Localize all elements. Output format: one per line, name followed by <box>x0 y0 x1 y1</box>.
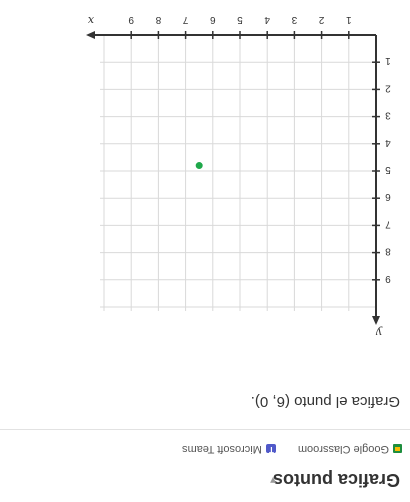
y-tick-label: 7 <box>385 218 391 229</box>
y-tick-label: 5 <box>385 164 391 175</box>
y-axis-label: y <box>375 326 383 339</box>
y-tick-label: 9 <box>385 273 391 284</box>
x-tick-label: 5 <box>237 14 243 25</box>
y-tick-label: 6 <box>385 191 391 202</box>
y-tick-label: 2 <box>385 82 391 93</box>
x-tick-label: 4 <box>264 14 270 25</box>
x-tick-label: 9 <box>128 14 134 25</box>
x-tick-label: 6 <box>210 14 216 25</box>
x-tick-label: 8 <box>155 14 161 25</box>
x-tick-label: 3 <box>291 14 297 25</box>
y-tick-label: 8 <box>385 246 391 257</box>
x-axis-arrow-icon <box>86 31 95 39</box>
y-tick-label: 4 <box>385 137 391 148</box>
coordinate-plane[interactable]: 1 2 3 4 5 6 7 8 9 1 2 3 4 5 6 7 8 9 x y <box>0 0 410 502</box>
y-axis-arrow-icon <box>372 316 380 325</box>
x-tick-label: 7 <box>182 14 188 25</box>
plotted-point[interactable] <box>195 162 203 170</box>
x-tick-label: 1 <box>346 14 352 25</box>
rotated-page: Grafica puntos ▼ Google Classroom Micros… <box>0 0 410 502</box>
x-tick-label: 2 <box>318 14 324 25</box>
y-tick-label: 3 <box>385 110 391 121</box>
y-tick-label: 1 <box>385 55 391 66</box>
x-axis-label: x <box>87 14 94 27</box>
